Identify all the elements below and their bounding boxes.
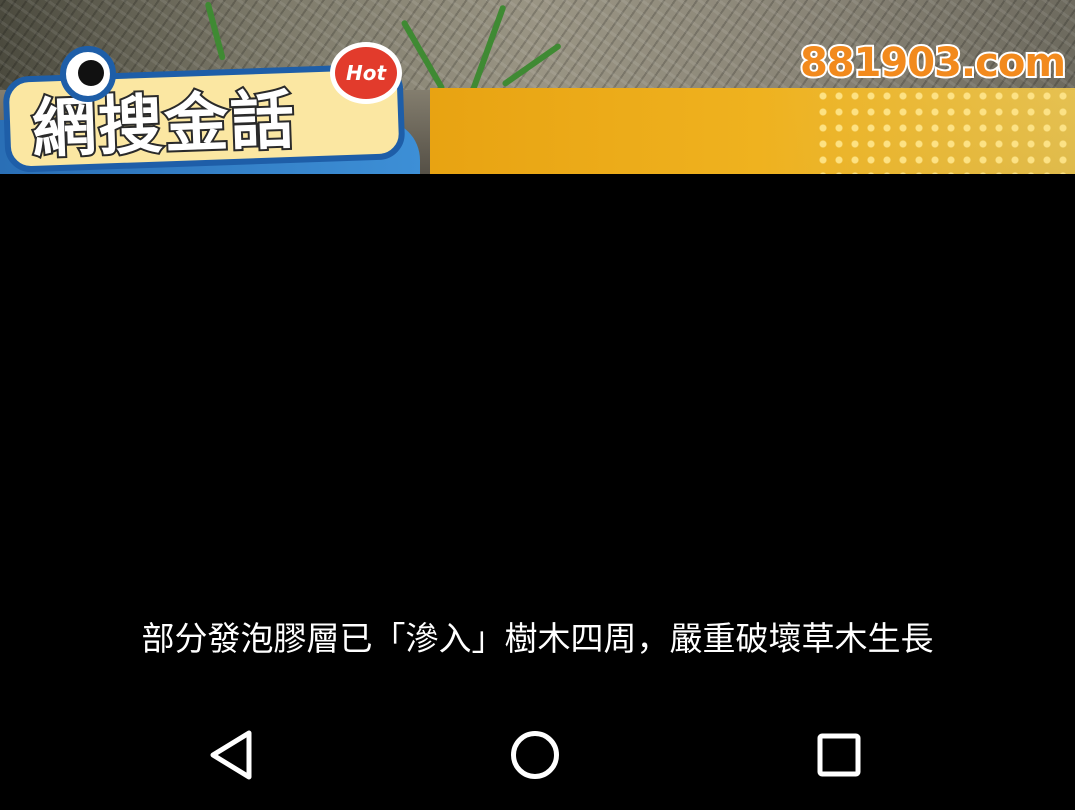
back-button[interactable] (196, 720, 266, 790)
eye-icon (60, 46, 116, 102)
site-logo-text: 881903.com (798, 38, 1068, 88)
video-subtitle: 部分發泡膠層已「滲入」樹木四周，嚴重破壞草木生長 (141, 619, 934, 658)
back-triangle-icon (210, 730, 252, 780)
recent-apps-button[interactable] (804, 720, 874, 790)
recent-apps-square-icon (817, 733, 861, 777)
video-banner-image: 網搜金話 Hot 881903.com (0, 0, 1075, 174)
android-navigation-bar (0, 700, 1075, 810)
home-button[interactable] (500, 720, 570, 790)
home-circle-icon (511, 731, 559, 779)
hot-badge: Hot (330, 42, 402, 104)
banner-dot-pattern (815, 88, 1075, 174)
